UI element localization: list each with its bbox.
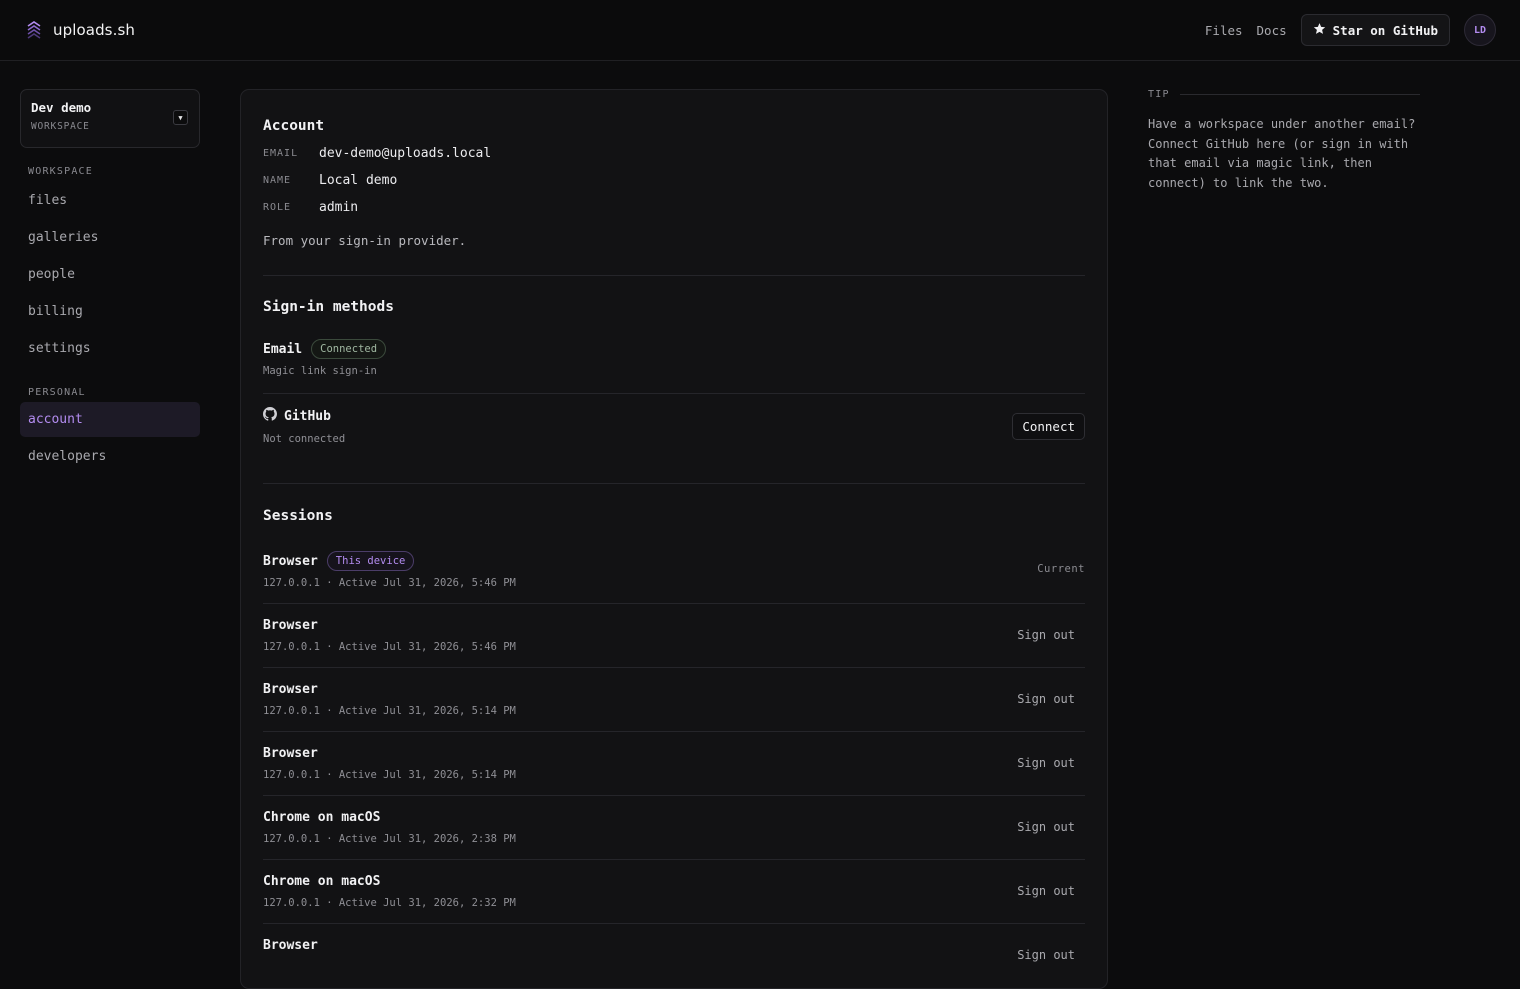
email-value: dev-demo@uploads.local — [319, 146, 492, 161]
session-detail: 127.0.0.1 · Active Jul 31, 2026, 5:46 PM — [263, 641, 516, 653]
session-detail: 127.0.0.1 · Active Jul 31, 2026, 2:32 PM — [263, 897, 516, 909]
session-row: Browser Sign out — [263, 924, 1085, 988]
role-value: admin — [319, 200, 359, 215]
signin-github-row: GitHub Not connected Connect — [263, 394, 1085, 483]
top-bar: uploads.sh Files Docs Star on GitHub LD — [0, 0, 1520, 61]
sidebar-item-people[interactable]: people — [20, 257, 200, 292]
session-name: Chrome on macOS — [263, 874, 381, 889]
session-name: Browser — [263, 553, 318, 569]
sessions-title: Sessions — [263, 508, 333, 524]
account-settings-card: Account EMAIL dev-demo@uploads.local NAM… — [240, 89, 1108, 989]
star-button-label: Star on GitHub — [1332, 22, 1438, 38]
star-icon — [1313, 22, 1326, 38]
sidebar-item-galleries[interactable]: galleries — [20, 220, 200, 255]
star-on-github-button[interactable]: Star on GitHub — [1300, 14, 1450, 46]
sign-out-button[interactable]: Sign out — [1017, 756, 1075, 770]
session-row: Browser 127.0.0.1 · Active Jul 31, 2026,… — [263, 668, 1085, 732]
session-row: Browser 127.0.0.1 · Active Jul 31, 2026,… — [263, 604, 1085, 668]
connect-github-button[interactable]: Connect — [1012, 413, 1085, 440]
tip-label: TIP — [1148, 89, 1170, 100]
sidebar-item-account[interactable]: account — [20, 402, 200, 437]
nav-docs-link[interactable]: Docs — [1257, 23, 1287, 38]
connected-badge: Connected — [311, 339, 387, 359]
tip-rule — [1179, 94, 1420, 95]
session-row: Chrome on macOS 127.0.0.1 · Active Jul 3… — [263, 796, 1085, 860]
account-section: Account EMAIL dev-demo@uploads.local NAM… — [263, 90, 1085, 248]
github-icon — [263, 407, 277, 425]
this-device-badge: This device — [326, 551, 415, 571]
session-detail: 127.0.0.1 · Active Jul 31, 2026, 5:14 PM — [263, 705, 516, 717]
role-row: ROLE admin — [263, 194, 1085, 221]
signin-methods-section: Sign-in methods Email Connected Magic li… — [263, 276, 1085, 483]
sign-out-button[interactable]: Sign out — [1017, 628, 1075, 642]
sessions-section: Sessions Browser This device 127.0.0.1 ·… — [263, 484, 1085, 988]
session-name: Browser — [263, 618, 318, 633]
account-note: From your sign-in provider. — [263, 233, 467, 248]
top-nav: Files Docs Star on GitHub LD — [1205, 14, 1496, 46]
role-label: ROLE — [263, 202, 292, 213]
brand[interactable]: uploads.sh — [24, 21, 135, 40]
account-title: Account — [263, 118, 325, 134]
tip-text: Have a workspace under another email? Co… — [1148, 117, 1416, 190]
session-name: Browser — [263, 746, 318, 761]
signin-methods-title: Sign-in methods — [263, 299, 394, 315]
name-label: NAME — [263, 175, 292, 186]
session-row: Chrome on macOS 127.0.0.1 · Active Jul 3… — [263, 860, 1085, 924]
sidebar-item-developers[interactable]: developers — [20, 439, 200, 474]
session-detail: 127.0.0.1 · Active Jul 31, 2026, 5:46 PM — [263, 577, 516, 589]
sidebar-item-billing[interactable]: billing — [20, 294, 200, 329]
session-current-label: Current — [1037, 563, 1085, 575]
chevron-down-icon: ▼ — [173, 110, 188, 125]
sidebar: Dev demo WORKSPACE ▼ WORKSPACE files gal… — [20, 89, 200, 476]
sidebar-section-personal: PERSONAL — [28, 387, 86, 398]
session-row: Browser 127.0.0.1 · Active Jul 31, 2026,… — [263, 732, 1085, 796]
session-row: Browser This device 127.0.0.1 · Active J… — [263, 539, 1085, 604]
email-row: EMAIL dev-demo@uploads.local — [263, 140, 1085, 167]
session-name: Browser — [263, 938, 318, 953]
workspace-subtitle: WORKSPACE — [31, 121, 90, 132]
signin-github-sub: Not connected — [263, 433, 346, 445]
email-label: EMAIL — [263, 148, 299, 159]
name-value: Local demo — [319, 173, 398, 188]
session-detail: 127.0.0.1 · Active Jul 31, 2026, 5:14 PM — [263, 769, 516, 781]
session-name: Browser — [263, 682, 318, 697]
tip-panel: TIP Have a workspace under another email… — [1148, 89, 1420, 193]
sessions-list: Browser This device 127.0.0.1 · Active J… — [263, 539, 1085, 988]
signin-email-row: Email Connected Magic link sign-in — [263, 339, 1085, 394]
nav-files-link[interactable]: Files — [1205, 23, 1243, 38]
signin-github-label: GitHub — [284, 408, 331, 424]
sidebar-section-workspace: WORKSPACE — [28, 166, 93, 177]
session-name: Chrome on macOS — [263, 810, 381, 825]
sign-out-button[interactable]: Sign out — [1017, 884, 1075, 898]
sign-out-button[interactable]: Sign out — [1017, 692, 1075, 706]
brand-name: uploads.sh — [53, 21, 135, 39]
workspace-name: Dev demo — [31, 100, 92, 115]
name-row: NAME Local demo — [263, 167, 1085, 194]
workspace-switcher[interactable]: Dev demo WORKSPACE ▼ — [20, 89, 200, 148]
tip-header: TIP — [1148, 89, 1420, 100]
session-detail: 127.0.0.1 · Active Jul 31, 2026, 2:38 PM — [263, 833, 516, 845]
sign-out-button[interactable]: Sign out — [1017, 820, 1075, 834]
sidebar-item-files[interactable]: files — [20, 183, 200, 218]
sidebar-item-settings[interactable]: settings — [20, 331, 200, 366]
signin-email-sub: Magic link sign-in — [263, 365, 377, 377]
signin-email-label: Email — [263, 341, 303, 357]
user-avatar[interactable]: LD — [1464, 14, 1496, 46]
uploads-logo-icon — [24, 21, 43, 40]
